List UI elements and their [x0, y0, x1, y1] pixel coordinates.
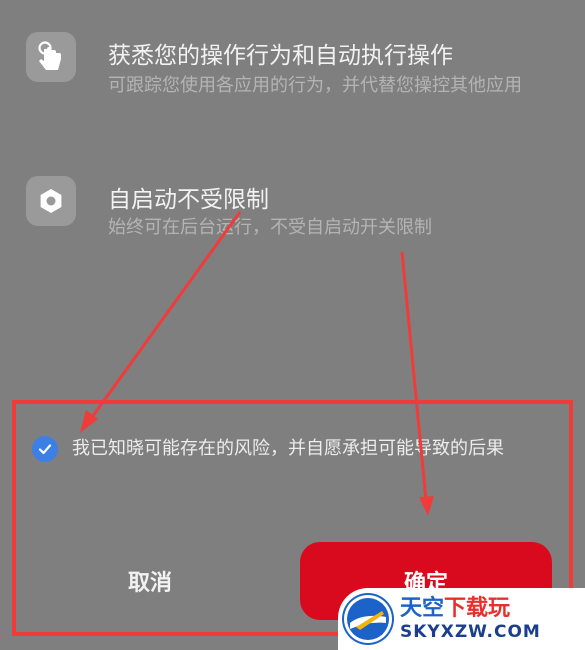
watermark-name-part2: 下载玩	[444, 596, 511, 621]
watermark-badge: 天空下载玩 SKYXZW.COM	[338, 588, 585, 650]
annotation-arrows	[80, 211, 434, 516]
site-logo	[342, 593, 394, 645]
watermark-name-part1: 天空	[400, 596, 445, 621]
annotation-arrow	[88, 211, 242, 421]
annotation-arrow	[400, 251, 428, 501]
watermark-title: 天空下载玩	[400, 596, 541, 622]
watermark-domain: SKYXZW.COM	[400, 622, 541, 642]
